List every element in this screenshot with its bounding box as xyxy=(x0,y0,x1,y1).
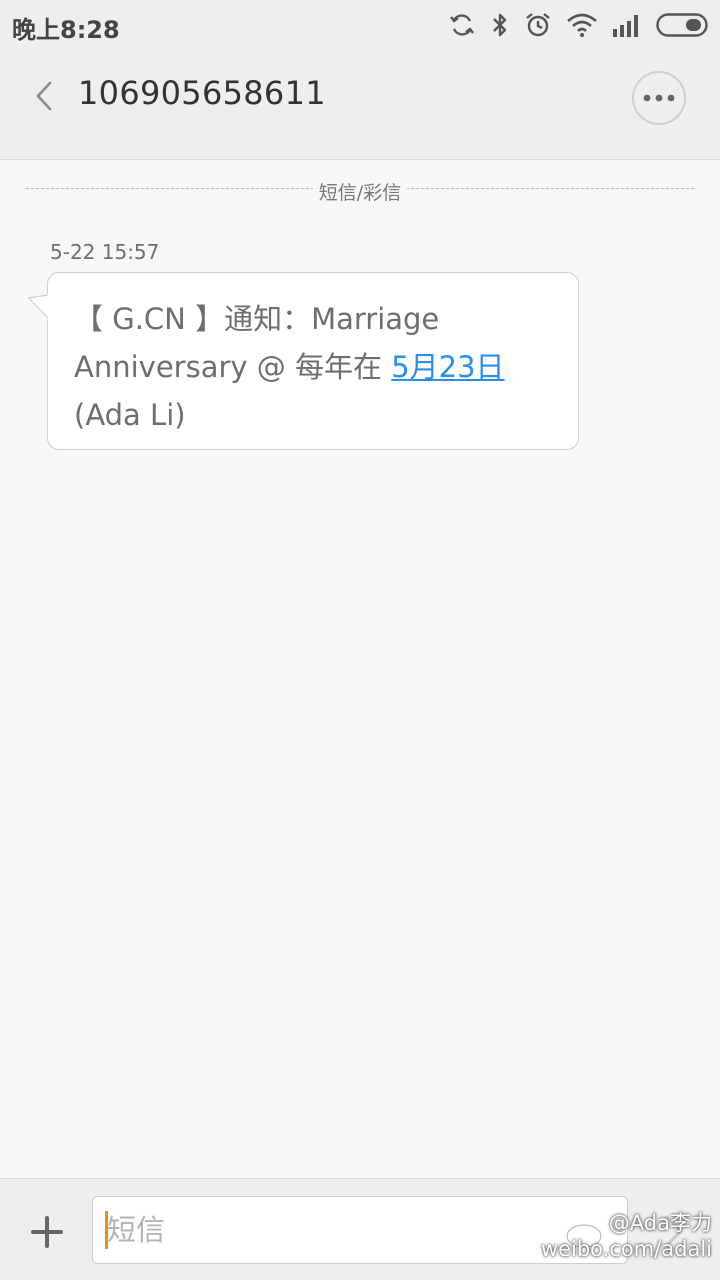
message-timestamp: 5-22 15:57 xyxy=(50,240,160,264)
date-link[interactable]: 5月23日 xyxy=(391,350,504,384)
more-dots-icon xyxy=(643,94,675,102)
status-bar: 晚上8:28 xyxy=(0,0,720,50)
chevron-left-icon xyxy=(36,81,52,111)
back-button[interactable] xyxy=(22,72,66,120)
message-signature: (Ada Li) xyxy=(74,398,186,432)
watermark: @Ada李力 weibo.com/adali xyxy=(532,1210,712,1262)
status-icons xyxy=(448,8,708,42)
sync-icon xyxy=(450,14,474,36)
status-time: 晚上8:28 xyxy=(12,16,120,44)
attach-button[interactable] xyxy=(24,1209,70,1255)
bubble-tail xyxy=(28,294,52,320)
message-bubble[interactable]: 【 G.CN 】通知：Marriage Anniversary @ 每年在 5月… xyxy=(47,272,579,450)
alarm-icon xyxy=(526,13,550,37)
watermark-handle: @Ada李力 xyxy=(608,1211,712,1235)
sms-mms-label: 短信/彩信 xyxy=(312,182,408,204)
battery-icon xyxy=(656,13,708,37)
section-divider: 短信/彩信 xyxy=(0,178,720,205)
plus-icon xyxy=(31,1216,63,1248)
wifi-icon xyxy=(567,13,597,37)
signal-icon xyxy=(613,15,638,37)
more-options-button[interactable] xyxy=(632,71,686,125)
contact-number-title: 106905658611 xyxy=(78,74,326,112)
conversation-header: 106905658611 xyxy=(0,50,720,160)
message-text: 【 G.CN 】通知：Marriage Anniversary @ 每年在 xyxy=(74,302,440,384)
bluetooth-icon xyxy=(493,13,507,37)
watermark-url: weibo.com/adali xyxy=(540,1237,712,1261)
